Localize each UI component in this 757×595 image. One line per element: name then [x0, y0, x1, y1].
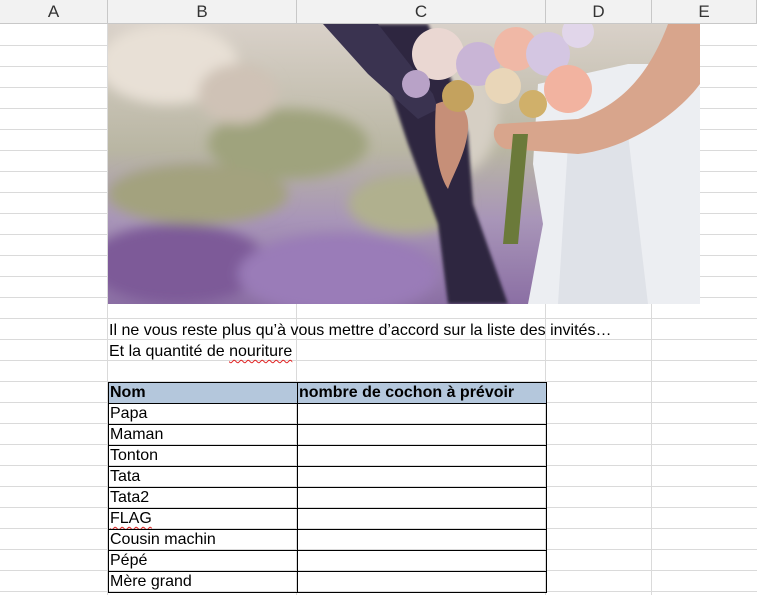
- guest-name-cell[interactable]: Tata: [108, 466, 298, 488]
- table-row: Tata2: [108, 487, 547, 509]
- flagged-guest-name: FLAG: [110, 510, 152, 527]
- guest-name-cell[interactable]: Cousin machin: [108, 529, 298, 551]
- table-row: Papa: [108, 403, 547, 425]
- guest-name-cell[interactable]: Mère grand: [108, 571, 298, 593]
- spreadsheet-grid[interactable]: A B C D E Il ne vous reste plus qu’à vou…: [0, 0, 757, 595]
- guest-name-cell[interactable]: Tata2: [108, 487, 298, 509]
- quantity-text-prefix: Et la quantité de: [109, 343, 230, 360]
- guest-list-table: Nom nombre de cochon à prévoir Papa Mama…: [108, 382, 547, 593]
- quantity-cell[interactable]: [297, 508, 547, 530]
- column-header-c[interactable]: C: [297, 0, 546, 24]
- table-row: Mère grand: [108, 571, 547, 593]
- quantity-cell[interactable]: [297, 466, 547, 488]
- column-header-a[interactable]: A: [0, 0, 108, 24]
- column-header-d[interactable]: D: [546, 0, 652, 24]
- quantity-cell[interactable]: [297, 445, 547, 467]
- guest-name-cell[interactable]: FLAG: [108, 508, 298, 530]
- table-row: Tonton: [108, 445, 547, 467]
- wedding-photo-illustration: [108, 24, 700, 304]
- header-quantity[interactable]: nombre de cochon à prévoir: [297, 382, 547, 404]
- wedding-photo[interactable]: [108, 24, 700, 304]
- quantity-cell[interactable]: [297, 424, 547, 446]
- quantity-cell[interactable]: [297, 550, 547, 572]
- guest-name-cell[interactable]: Pépé: [108, 550, 298, 572]
- quantity-cell[interactable]: [297, 487, 547, 509]
- column-header-e[interactable]: E: [652, 0, 757, 24]
- column-header-b[interactable]: B: [108, 0, 297, 24]
- table-row: Maman: [108, 424, 547, 446]
- table-row: Cousin machin: [108, 529, 547, 551]
- guest-name-cell[interactable]: Papa: [108, 403, 298, 425]
- table-row: FLAG: [108, 508, 547, 530]
- guest-name-cell[interactable]: Tonton: [108, 445, 298, 467]
- quantity-text-line: Et la quantité de nouriture: [109, 341, 292, 362]
- quantity-cell[interactable]: [297, 529, 547, 551]
- header-nom[interactable]: Nom: [108, 382, 298, 404]
- grid-line: [0, 318, 757, 319]
- table-header-row: Nom nombre de cochon à prévoir: [108, 382, 547, 404]
- quantity-cell[interactable]: [297, 403, 547, 425]
- table-row: Tata: [108, 466, 547, 488]
- guest-name-cell[interactable]: Maman: [108, 424, 298, 446]
- table-row: Pépé: [108, 550, 547, 572]
- misspelled-word: nouriture: [229, 343, 293, 360]
- quantity-cell[interactable]: [297, 571, 547, 593]
- intro-text-line: Il ne vous reste plus qu’à vous mettre d…: [109, 322, 612, 339]
